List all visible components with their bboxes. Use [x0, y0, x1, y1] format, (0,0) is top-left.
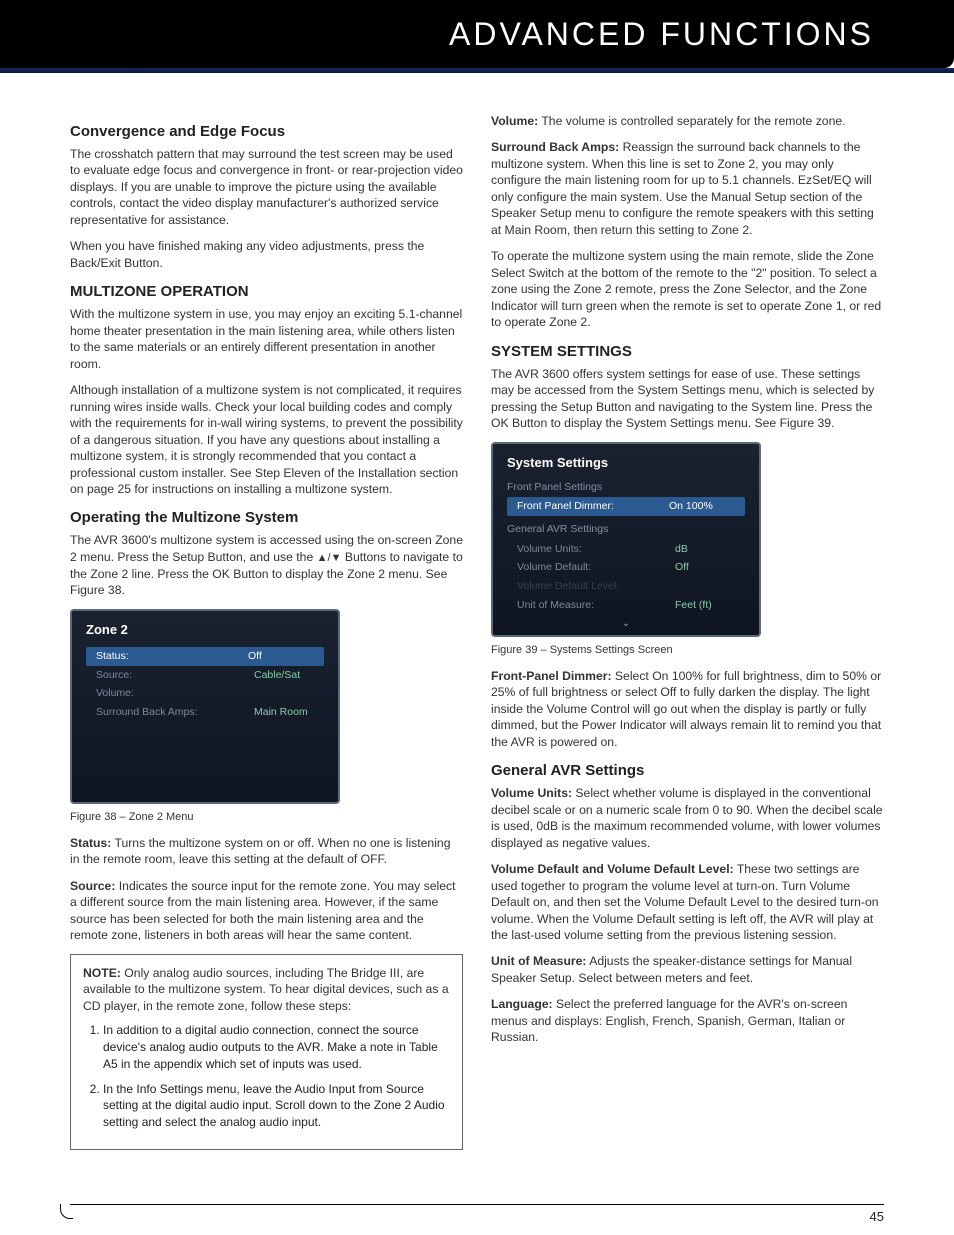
osd-row-source: Source: Cable/Sat [86, 666, 324, 685]
text-source: Indicates the source input for the remot… [70, 879, 456, 942]
osd-vdl-label: Volume Default Level: [517, 579, 675, 594]
osd-sba-val: Main Room [254, 705, 324, 720]
para-sba: Surround Back Amps: Reassign the surroun… [491, 139, 884, 238]
para-conv2: When you have finished making any video … [70, 238, 463, 271]
heading-convergence: Convergence and Edge Focus [70, 121, 463, 142]
osd-row-vd: Volume Default: Off [507, 558, 745, 577]
up-down-arrow-icon: ▲/▼ [317, 552, 342, 564]
label-status: Status: [70, 836, 111, 850]
osd-zone2-title: Zone 2 [86, 621, 324, 639]
osd-volume-val [254, 686, 324, 701]
osd-volume-label: Volume: [96, 686, 254, 701]
label-vu: Volume Units: [491, 786, 572, 800]
osd-row-status: Status: Off [86, 647, 324, 666]
chevron-down-icon: ⌄ [507, 617, 745, 631]
heading-operating: Operating the Multizone System [70, 507, 463, 528]
text-status: Turns the multizone system on or off. Wh… [70, 836, 450, 866]
text-sba: Reassign the surround back channels to t… [491, 140, 874, 236]
para-volume: Volume: The volume is controlled separat… [491, 113, 884, 129]
para-fpd: Front-Panel Dimmer: Select On 100% for f… [491, 668, 884, 750]
page-number: 45 [0, 1205, 954, 1226]
label-vdl: Volume Default and Volume Default Level: [491, 862, 734, 876]
para-operating: The AVR 3600's multizone system is acces… [70, 532, 463, 598]
figure-39-menu: System Settings Front Panel Settings Fro… [491, 442, 761, 637]
osd-source-val: Cable/Sat [254, 668, 324, 683]
osd-sub-general: General AVR Settings [507, 522, 745, 537]
note-item-2: In the Info Settings menu, leave the Aud… [103, 1081, 450, 1131]
para-vu: Volume Units: Select whether volume is d… [491, 785, 884, 851]
heading-general-avr: General AVR Settings [491, 760, 884, 781]
note-item-1: In addition to a digital audio connectio… [103, 1022, 450, 1072]
header-title: ADVANCED FUNCTIONS [449, 12, 874, 57]
para-sys1: The AVR 3600 offers system settings for … [491, 366, 884, 432]
header-underline [0, 68, 954, 73]
para-multi2: Although installation of a multizone sys… [70, 382, 463, 497]
page-content: Convergence and Edge Focus The crosshatc… [0, 113, 954, 1160]
para-status: Status: Turns the multizone system on or… [70, 835, 463, 868]
label-sba: Surround Back Amps: [491, 140, 619, 154]
osd-sub-front: Front Panel Settings [507, 480, 745, 495]
osd-status-val: Off [248, 649, 318, 664]
label-volume: Volume: [491, 114, 538, 128]
note-label: NOTE: [83, 966, 121, 980]
label-lang: Language: [491, 997, 553, 1011]
osd-uom-val: Feet (ft) [675, 598, 745, 613]
osd-vd-val: Off [675, 560, 745, 575]
note-box: NOTE: Only analog audio sources, includi… [70, 954, 463, 1150]
text-volume: The volume is controlled separately for … [538, 114, 845, 128]
osd-status-label: Status: [96, 649, 248, 664]
osd-source-label: Source: [96, 668, 254, 683]
note-list: In addition to a digital audio connectio… [103, 1022, 450, 1131]
osd-sys-title: System Settings [507, 454, 745, 472]
left-column: Convergence and Edge Focus The crosshatc… [70, 113, 463, 1160]
label-fpd: Front-Panel Dimmer: [491, 669, 612, 683]
para-source: Source: Indicates the source input for t… [70, 878, 463, 944]
para-multi1: With the multizone system in use, you ma… [70, 306, 463, 372]
para-operate2: To operate the multizone system using th… [491, 248, 884, 330]
label-source: Source: [70, 879, 115, 893]
osd-row-volume: Volume: [86, 684, 324, 703]
osd-vdl-val [675, 579, 745, 594]
para-conv1: The crosshatch pattern that may surround… [70, 146, 463, 228]
osd-fpd-label: Front Panel Dimmer: [517, 499, 669, 514]
osd-sba-label: Surround Back Amps: [96, 705, 254, 720]
osd-row-vu: Volume Units: dB [507, 540, 745, 559]
heading-system-settings: SYSTEM SETTINGS [491, 341, 884, 362]
osd-vu-label: Volume Units: [517, 542, 675, 557]
osd-row-fpd: Front Panel Dimmer: On 100% [507, 497, 745, 516]
label-uom: Unit of Measure: [491, 954, 586, 968]
figure-39-caption: Figure 39 – Systems Settings Screen [491, 643, 884, 658]
para-lang: Language: Select the preferred language … [491, 996, 884, 1045]
note-lead: NOTE: Only analog audio sources, includi… [83, 965, 450, 1014]
osd-uom-label: Unit of Measure: [517, 598, 675, 613]
note-text: Only analog audio sources, including The… [83, 966, 449, 1013]
osd-vu-val: dB [675, 542, 745, 557]
figure-38-caption: Figure 38 – Zone 2 Menu [70, 810, 463, 825]
para-vdl: Volume Default and Volume Default Level:… [491, 861, 884, 943]
osd-row-sba: Surround Back Amps: Main Room [86, 703, 324, 722]
right-column: Volume: The volume is controlled separat… [491, 113, 884, 1160]
osd-row-uom: Unit of Measure: Feet (ft) [507, 596, 745, 615]
osd-spacer [86, 722, 324, 782]
figure-38-menu: Zone 2 Status: Off Source: Cable/Sat Vol… [70, 609, 340, 804]
osd-row-vdl: Volume Default Level: [507, 577, 745, 596]
footer-rule [70, 1204, 884, 1205]
osd-fpd-val: On 100% [669, 499, 739, 514]
heading-multizone: MULTIZONE OPERATION [70, 281, 463, 302]
page-header: ADVANCED FUNCTIONS [0, 0, 954, 68]
para-uom: Unit of Measure: Adjusts the speaker-dis… [491, 953, 884, 986]
osd-vd-label: Volume Default: [517, 560, 675, 575]
